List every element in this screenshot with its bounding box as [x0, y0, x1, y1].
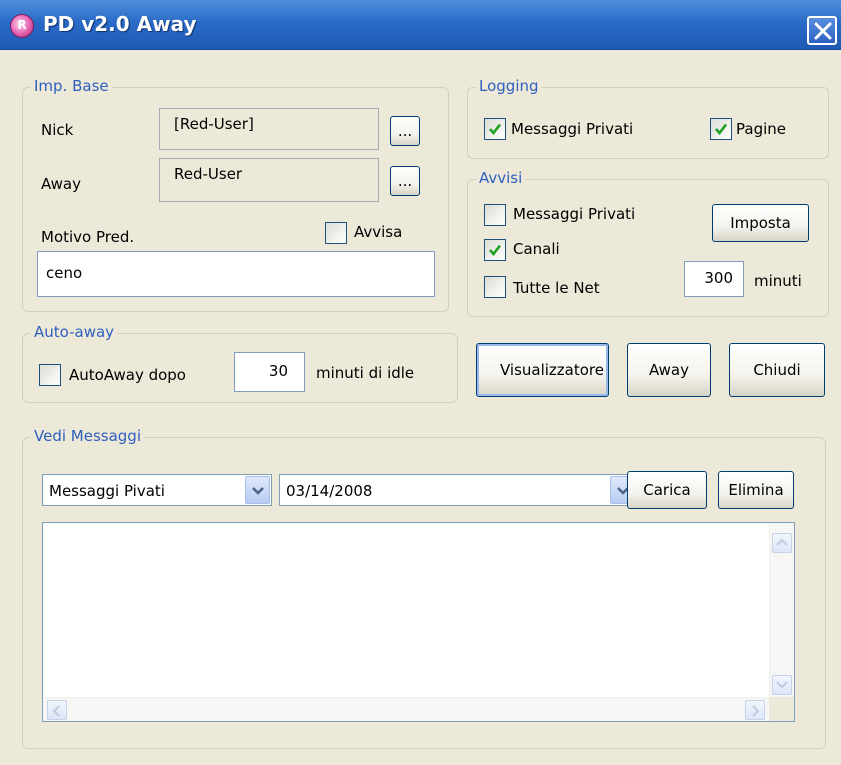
- title-bar: PD v2.0 Away: [0, 0, 841, 50]
- avvisa-checkbox[interactable]: [325, 222, 347, 244]
- logging-pagine-label: Pagine: [736, 120, 786, 138]
- scrollbar-corner: [769, 697, 794, 721]
- auto-away-legend: Auto-away: [31, 323, 118, 341]
- logging-legend: Logging: [476, 77, 542, 95]
- autoaway-label: AutoAway dopo: [69, 366, 186, 384]
- imp-base-legend: Imp. Base: [31, 77, 112, 95]
- imp-base-group: Imp. Base Nick [Red-User] ... Away Red-U…: [22, 77, 449, 312]
- avvisi-messaggi-privati-checkbox[interactable]: [484, 204, 506, 226]
- away-button[interactable]: Away: [627, 343, 711, 397]
- autoaway-minutes-input[interactable]: 30: [234, 352, 305, 392]
- chevron-down-icon: [776, 681, 788, 689]
- chevron-left-icon: [52, 705, 60, 717]
- check-icon: [489, 244, 502, 257]
- vedi-messaggi-group: Vedi Messaggi Messaggi Pivati 03/14/2008…: [22, 427, 826, 749]
- avvisi-group: Avvisi Messaggi Privati Imposta Canali T…: [467, 169, 829, 317]
- scroll-left-button[interactable]: [47, 700, 67, 720]
- logging-group: Logging Messaggi Privati Pagine: [467, 77, 829, 159]
- imposta-button[interactable]: Imposta: [712, 204, 809, 242]
- avvisi-canali-checkbox[interactable]: [484, 239, 506, 261]
- auto-away-group: Auto-away AutoAway dopo 30 minuti di idl…: [22, 323, 458, 403]
- vertical-scrollbar[interactable]: [769, 523, 794, 697]
- nick-field[interactable]: [Red-User]: [159, 108, 379, 150]
- logging-messaggi-privati-checkbox[interactable]: [484, 118, 506, 140]
- close-button[interactable]: [807, 16, 837, 45]
- avvisi-tutte-net-checkbox[interactable]: [484, 276, 506, 298]
- away-field[interactable]: Red-User: [159, 158, 379, 202]
- nick-label: Nick: [41, 121, 74, 139]
- logging-messaggi-privati-label: Messaggi Privati: [511, 120, 634, 138]
- motivo-input[interactable]: ceno: [37, 251, 435, 297]
- date-select[interactable]: 03/14/2008: [279, 474, 637, 506]
- avvisi-minuti-label: minuti: [754, 272, 802, 290]
- idle-label: minuti di idle: [316, 364, 415, 382]
- avvisi-tutte-net-label: Tutte le Net: [513, 279, 600, 297]
- message-type-select[interactable]: Messaggi Pivati: [42, 474, 272, 506]
- scroll-down-button[interactable]: [772, 675, 792, 695]
- chiudi-button[interactable]: Chiudi: [729, 343, 825, 397]
- motivo-label: Motivo Pred.: [41, 228, 135, 246]
- logging-pagine-checkbox[interactable]: [710, 118, 732, 140]
- avvisi-canali-label: Canali: [513, 240, 560, 258]
- autoaway-checkbox[interactable]: [39, 364, 61, 386]
- avvisi-messaggi-privati-label: Messaggi Privati: [513, 205, 636, 223]
- elimina-button[interactable]: Elimina: [718, 471, 794, 509]
- chevron-up-icon: [776, 538, 788, 546]
- away-label: Away: [41, 175, 81, 193]
- chevron-right-icon: [752, 705, 760, 717]
- message-type-value: Messaggi Pivati: [49, 482, 165, 500]
- vedi-messaggi-legend: Vedi Messaggi: [31, 427, 144, 445]
- app-icon: [10, 14, 34, 38]
- scroll-up-button[interactable]: [772, 533, 792, 553]
- check-icon: [715, 123, 728, 136]
- check-icon: [489, 123, 502, 136]
- horizontal-scrollbar[interactable]: [43, 697, 769, 721]
- carica-button[interactable]: Carica: [627, 471, 707, 509]
- nick-browse-button[interactable]: ...: [390, 116, 420, 146]
- scroll-right-button[interactable]: [745, 700, 765, 720]
- message-type-dropdown-button[interactable]: [245, 476, 270, 504]
- avvisi-legend: Avvisi: [476, 169, 526, 187]
- chevron-down-icon: [252, 487, 264, 495]
- close-icon: [814, 22, 832, 40]
- away-browse-button[interactable]: ...: [390, 166, 420, 196]
- avvisa-label: Avvisa: [354, 223, 403, 241]
- avvisi-minuti-input[interactable]: 300: [684, 261, 744, 297]
- date-value: 03/14/2008: [286, 482, 373, 500]
- window-title: PD v2.0 Away: [43, 12, 197, 36]
- visualizzatore-button[interactable]: Visualizzatore: [476, 343, 609, 397]
- messages-textarea[interactable]: [42, 522, 795, 722]
